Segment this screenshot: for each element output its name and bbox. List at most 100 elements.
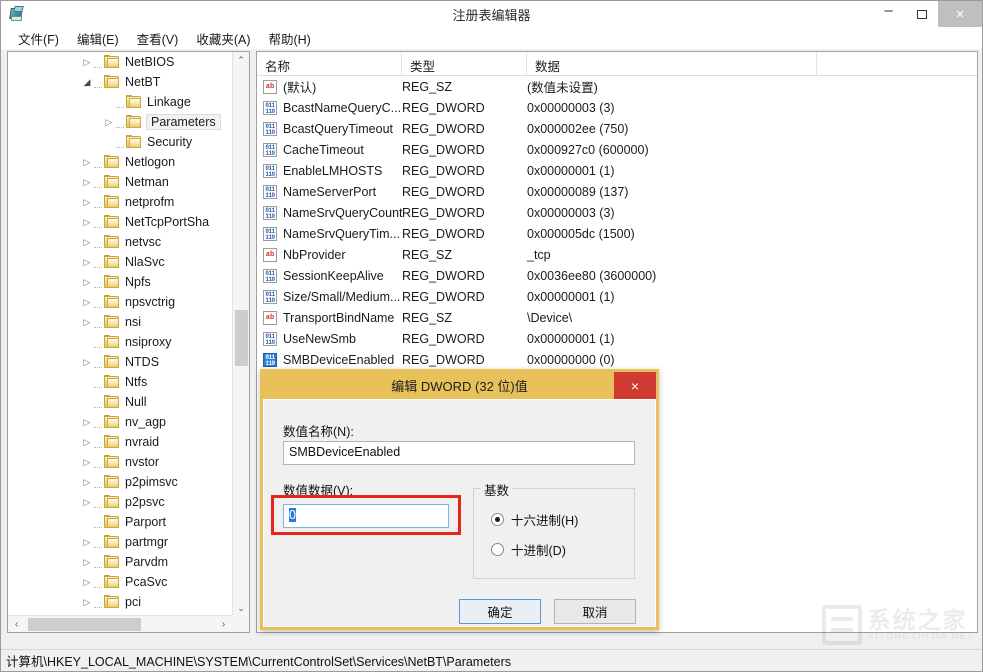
tree-expand-icon[interactable]: ▷ [80,272,94,292]
tree-node-netvsc[interactable]: ▷netvsc [8,232,234,252]
tree-node-netbt[interactable]: ◢NetBT [8,72,234,92]
folder-icon [104,175,121,189]
tree-expand-icon[interactable]: ▷ [80,472,94,492]
tree-node-ntfs[interactable]: Ntfs [8,372,234,392]
tree-expand-icon[interactable]: ▷ [80,52,94,72]
dialog-title: 编辑 DWORD (32 位)值 [391,376,528,395]
tree-node-ntds[interactable]: ▷NTDS [8,352,234,372]
close-button[interactable]: × [938,1,982,27]
tree-node-netman[interactable]: ▷Netman [8,172,234,192]
tree-node-nlasvc[interactable]: ▷NlaSvc [8,252,234,272]
column-header-type[interactable]: 类型 [402,52,527,76]
table-row[interactable]: 011110Size/Small/Medium...REG_DWORD0x000… [257,286,977,307]
tree-expand-icon[interactable]: ▷ [80,312,94,332]
tree-node-security[interactable]: Security [8,132,234,152]
dword-value-icon: 011110 [263,332,277,346]
table-row[interactable]: abTransportBindNameREG_SZ\Device\ [257,307,977,328]
tree-expand-icon[interactable]: ▷ [80,212,94,232]
tree-expand-icon[interactable]: ▷ [80,572,94,592]
menu-edit[interactable]: 编辑(E) [68,27,128,50]
tree-expand-icon[interactable]: ▷ [80,412,94,432]
tree-vertical-scrollbar[interactable]: ⌃ ⌄ [232,52,249,617]
tree-node-parport[interactable]: Parport [8,512,234,532]
tree-expand-icon[interactable]: ▷ [102,112,116,132]
tree-node-nettcpportsha[interactable]: ▷NetTcpPortSha [8,212,234,232]
value-name-label: 数值名称(N): [283,421,354,440]
scrollbar-corner [232,615,249,632]
tree-expand-icon[interactable]: ▷ [80,352,94,372]
radio-decimal[interactable]: 十进制(D) [491,540,566,559]
menu-file[interactable]: 文件(F) [9,27,68,50]
tree-expand-icon[interactable]: ▷ [80,192,94,212]
tree-expand-icon[interactable]: ▷ [80,252,94,272]
menu-favorites[interactable]: 收藏夹(A) [187,27,259,50]
tree-node-pcasvc[interactable]: ▷PcaSvc [8,572,234,592]
tree-expand-icon[interactable]: ▷ [80,232,94,252]
table-row[interactable]: 011110BcastNameQueryC...REG_DWORD0x00000… [257,97,977,118]
dialog-close-button[interactable]: × [614,372,656,399]
tree-expand-icon[interactable]: ▷ [80,592,94,612]
tree-node-p2psvc[interactable]: ▷p2psvc [8,492,234,512]
tree-node-nv_agp[interactable]: ▷nv_agp [8,412,234,432]
tree-scroll-left-button[interactable]: ‹ [8,616,25,633]
tree-scroll-up-button[interactable]: ⌃ [233,52,249,69]
tree-node-npfs[interactable]: ▷ Npfs [8,272,234,292]
table-row[interactable]: ab(默认)REG_SZ(数值未设置) [257,76,977,97]
tree-node-nvstor[interactable]: ▷nvstor [8,452,234,472]
table-row[interactable]: 011110NameSrvQueryTim...REG_DWORD0x00000… [257,223,977,244]
value-name-input[interactable]: SMBDeviceEnabled [283,441,635,465]
tree-node-parvdm[interactable]: ▷Parvdm [8,552,234,572]
ok-button[interactable]: 确定 [459,599,541,624]
table-row[interactable]: 011110NameSrvQueryCountREG_DWORD0x000000… [257,202,977,223]
value-data-cell: 0x00000001 (1) [527,332,817,346]
tree-node-p2pimsvc[interactable]: ▷p2pimsvc [8,472,234,492]
tree-expand-icon[interactable]: ▷ [80,552,94,572]
menu-view[interactable]: 查看(V) [128,27,188,50]
tree-expand-icon[interactable]: ▷ [80,532,94,552]
tree-node-parameters[interactable]: ▷Parameters [8,112,234,132]
table-row[interactable]: 011110CacheTimeoutREG_DWORD0x000927c0 (6… [257,139,977,160]
tree-horizontal-scroll-thumb[interactable] [28,618,141,631]
table-row[interactable]: 011110SMBDeviceEnabledREG_DWORD0x0000000… [257,349,977,370]
tree-expand-icon[interactable]: ▷ [80,492,94,512]
tree-node-nsiproxy[interactable]: nsiproxy [8,332,234,352]
radio-hexadecimal[interactable]: 十六进制(H) [491,510,578,529]
table-row[interactable]: 011110BcastQueryTimeoutREG_DWORD0x000002… [257,118,977,139]
tree-scroll-right-button[interactable]: › [215,616,232,633]
tree-collapse-icon[interactable]: ◢ [80,72,94,92]
minimize-button[interactable]: – [872,1,905,27]
tree-node-netbios[interactable]: ▷NetBIOS [8,52,234,72]
tree-vertical-scroll-thumb[interactable] [235,310,248,366]
table-row[interactable]: 011110SessionKeepAliveREG_DWORD0x0036ee8… [257,265,977,286]
list-header: 名称 类型 数据 [257,52,977,76]
tree-expand-icon[interactable]: ▷ [80,452,94,472]
tree-expand-icon[interactable]: ▷ [80,432,94,452]
table-row[interactable]: 011110EnableLMHOSTSREG_DWORD0x00000001 (… [257,160,977,181]
table-row[interactable]: abNbProviderREG_SZ_tcp [257,244,977,265]
tree-expand-icon[interactable]: ▷ [80,172,94,192]
radio-decimal-icon [491,543,504,556]
column-header-data[interactable]: 数据 [527,52,817,76]
tree-node-label: Npfs [125,275,157,289]
tree-node-netlogon[interactable]: ▷Netlogon [8,152,234,172]
table-row[interactable]: 011110NameServerPortREG_DWORD0x00000089 … [257,181,977,202]
value-data-input[interactable]: 0 [283,504,449,528]
tree-node-nsi[interactable]: ▷nsi [8,312,234,332]
tree-node-linkage[interactable]: Linkage [8,92,234,112]
tree-node-nvraid[interactable]: ▷nvraid [8,432,234,452]
tree-node-npsvctrig[interactable]: ▷npsvctrig [8,292,234,312]
tree-node-pci[interactable]: ▷pci [8,592,234,612]
table-row[interactable]: 011110UseNewSmbREG_DWORD0x00000001 (1) [257,328,977,349]
tree-node-partmgr[interactable]: ▷partmgr [8,532,234,552]
tree-node-null[interactable]: Null [8,392,234,412]
tree-expand-icon[interactable]: ▷ [80,292,94,312]
cancel-button[interactable]: 取消 [554,599,636,624]
column-header-name[interactable]: 名称 [257,52,402,76]
tree-node-label: Linkage [147,95,197,109]
value-type-cell: REG_DWORD [402,206,527,220]
menu-help[interactable]: 帮助(H) [259,27,319,50]
maximize-button[interactable] [905,1,938,27]
tree-node-netprofm[interactable]: ▷netprofm [8,192,234,212]
tree-expand-icon[interactable]: ▷ [80,152,94,172]
tree-horizontal-scrollbar[interactable]: ‹ › [8,615,249,632]
